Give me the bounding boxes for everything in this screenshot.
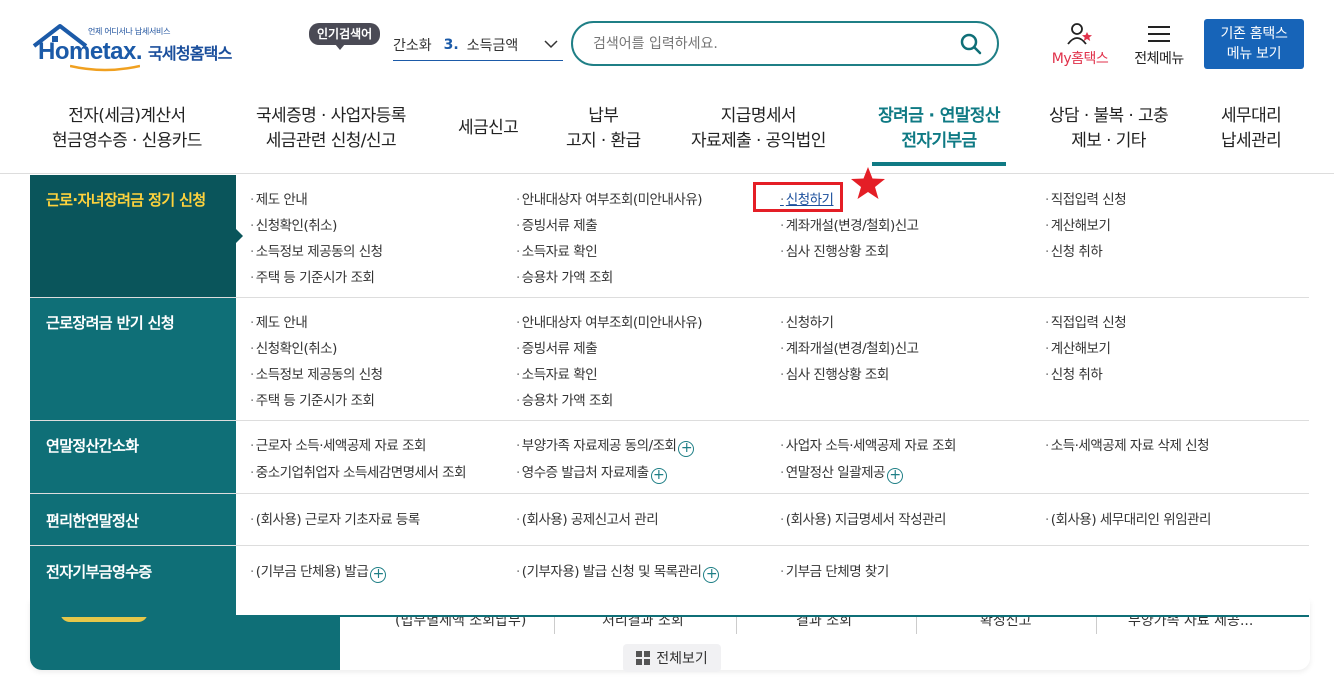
menu-link[interactable]: 계산해보기 bbox=[1045, 214, 1111, 234]
view-all-label: 전체보기 bbox=[656, 651, 708, 667]
header: 언제 어디서나 납세서비스 Hometax. 국세청홈택스 인기검색어 간소화 … bbox=[0, 0, 1334, 90]
red-star-icon bbox=[851, 167, 885, 199]
old-menu-line2: 메뉴 보기 bbox=[1226, 46, 1282, 62]
menu-section-half-year: 근로장려금 반기 신청 제도 안내 안내대상자 여부조회(미안내사유) 신청하기… bbox=[30, 298, 1309, 421]
logo-brand: Hometax. bbox=[38, 38, 143, 65]
section-title[interactable]: 전자기부금영수증 bbox=[30, 546, 236, 617]
menu-link[interactable]: 직접입력 신청 bbox=[1045, 311, 1127, 331]
menu-section-donation: 전자기부금영수증 (기부금 단체용) 발급+ (기부자용) 발급 신청 및 목록… bbox=[30, 546, 1309, 617]
plus-circle-icon[interactable]: + bbox=[703, 567, 720, 583]
menu-link[interactable]: 승용차 가액 조회 bbox=[516, 389, 614, 409]
search-input[interactable] bbox=[593, 33, 943, 55]
menu-link[interactable]: 신청하기 bbox=[780, 311, 834, 331]
chevron-down-icon bbox=[544, 40, 558, 49]
logo-brand-ko: 국세청홈택스 bbox=[148, 44, 232, 63]
menu-link-with-plus[interactable]: 부양가족 자료제공 동의/조회+ bbox=[516, 434, 695, 457]
menu-link[interactable]: 주택 등 기준시가 조회 bbox=[250, 389, 375, 409]
user-star-icon bbox=[1067, 23, 1092, 45]
menu-link[interactable]: 소득자료 확인 bbox=[516, 240, 598, 260]
menu-link[interactable]: 제도 안내 bbox=[250, 311, 308, 331]
menu-link[interactable]: (회사용) 공제신고서 관리 bbox=[516, 508, 659, 528]
menu-link[interactable]: 소득·세액공제 자료 삭제 신청 bbox=[1045, 434, 1210, 454]
menu-link[interactable]: (회사용) 근로자 기초자료 등록 bbox=[250, 508, 420, 528]
all-menu-label: 전체메뉴 bbox=[1134, 51, 1184, 67]
plus-circle-icon[interactable]: + bbox=[678, 441, 695, 457]
menu-link[interactable]: 계좌개설(변경/철회)신고 bbox=[780, 337, 919, 357]
popular-rank: 3. bbox=[443, 37, 459, 53]
search-icon[interactable] bbox=[959, 32, 983, 56]
plus-circle-icon[interactable]: + bbox=[370, 567, 387, 583]
menu-link-with-plus[interactable]: 연말정산 일괄제공+ bbox=[780, 461, 903, 484]
menu-link[interactable]: 제도 안내 bbox=[250, 188, 308, 208]
menu-link[interactable]: (회사용) 지급명세서 작성관리 bbox=[780, 508, 947, 528]
menu-link-with-plus[interactable]: 영수증 발급처 자료제출+ bbox=[516, 461, 667, 484]
menu-section-convenient: 편리한연말정산 (회사용) 근로자 기초자료 등록 (회사용) 공제신고서 관리… bbox=[30, 494, 1309, 546]
gnb-item-consulting[interactable]: 상담 · 불복 · 고충 제보 · 기타 bbox=[1049, 104, 1169, 164]
plus-circle-icon[interactable]: + bbox=[650, 468, 667, 484]
section-title[interactable]: 편리한연말정산 bbox=[30, 494, 236, 545]
popular-prev-keyword: 간소화 bbox=[393, 38, 432, 54]
plus-circle-icon[interactable]: + bbox=[886, 468, 903, 484]
menu-link[interactable]: 증빙서류 제출 bbox=[516, 337, 598, 357]
menu-link[interactable]: 신청 취하 bbox=[1045, 240, 1103, 260]
all-menu-button[interactable]: 전체메뉴 bbox=[1127, 22, 1191, 68]
menu-section-regular: 근로·자녀장려금 정기 신청 제도 안내 안내대상자 여부조회(미안내사유) 신… bbox=[30, 175, 1309, 298]
global-nav: 전자(세금)계산서 현금영수증 · 신용카드 국세증명 · 사업자등록 세금관련 신… bbox=[0, 90, 1334, 174]
old-menu-button[interactable]: 기존 홈택스 메뉴 보기 bbox=[1204, 19, 1304, 69]
menu-link[interactable]: 근로자 소득·세액공제 자료 조회 bbox=[250, 434, 427, 454]
menu-link[interactable]: 안내대상자 여부조회(미안내사유) bbox=[516, 311, 703, 331]
view-all-button[interactable]: 전체보기 bbox=[623, 644, 721, 672]
menu-link[interactable]: 신청확인(취소) bbox=[250, 337, 338, 357]
logo-swoosh-icon bbox=[70, 64, 140, 72]
menu-link[interactable]: 직접입력 신청 bbox=[1045, 188, 1127, 208]
menu-link[interactable]: 소득자료 확인 bbox=[516, 363, 598, 383]
menu-link[interactable]: 소득정보 제공동의 신청 bbox=[250, 240, 383, 260]
logo-tagline: 언제 어디서나 납세서비스 bbox=[88, 27, 171, 36]
search-box bbox=[571, 21, 999, 66]
gnb-item-incentive[interactable]: 장려금 · 연말정산 전자기부금 bbox=[872, 104, 1006, 166]
gnb-item-tax-agent[interactable]: 세무대리 납세관리 bbox=[1221, 104, 1282, 164]
menu-link[interactable]: 안내대상자 여부조회(미안내사유) bbox=[516, 188, 703, 208]
incentive-mega-menu: 근로·자녀장려금 정기 신청 제도 안내 안내대상자 여부조회(미안내사유) 신… bbox=[30, 175, 1309, 617]
menu-link[interactable]: 중소기업취업자 소득세감면명세서 조회 bbox=[250, 461, 467, 481]
section-title[interactable]: 근로·자녀장려금 정기 신청 bbox=[30, 175, 243, 297]
hometax-logo[interactable]: 언제 어디서나 납세서비스 Hometax. 국세청홈택스 bbox=[30, 18, 250, 74]
menu-link[interactable]: 주택 등 기준시가 조회 bbox=[250, 266, 375, 286]
popular-search-dropdown[interactable]: 간소화 3. 소득금액 bbox=[393, 30, 563, 61]
menu-link[interactable]: 증빙서류 제출 bbox=[516, 214, 598, 234]
grid-icon bbox=[636, 651, 651, 665]
menu-link[interactable]: 계좌개설(변경/철회)신고 bbox=[780, 214, 919, 234]
gnb-item-certificate[interactable]: 국세증명 · 사업자등록 세금관련 신청/신고 bbox=[256, 104, 406, 164]
menu-link[interactable]: 심사 진행상황 조회 bbox=[780, 363, 889, 383]
my-hometax-button[interactable]: My홈택스 bbox=[1044, 22, 1116, 68]
menu-link[interactable]: 기부금 단체명 찾기 bbox=[780, 560, 889, 580]
popular-keyword: 소득금액 bbox=[466, 38, 519, 54]
gnb-item-payment[interactable]: 납부 고지 · 환급 bbox=[566, 104, 641, 164]
gnb-item-etax[interactable]: 전자(세금)계산서 현금영수증 · 신용카드 bbox=[52, 104, 202, 164]
hamburger-menu-icon bbox=[1148, 26, 1170, 42]
menu-link[interactable]: 사업자 소득·세액공제 자료 조회 bbox=[780, 434, 957, 454]
section-title[interactable]: 연말정산간소화 bbox=[30, 421, 236, 493]
menu-link[interactable]: 승용차 가액 조회 bbox=[516, 266, 614, 286]
menu-link-with-plus[interactable]: (기부금 단체용) 발급+ bbox=[250, 560, 387, 583]
menu-section-simplified: 연말정산간소화 근로자 소득·세액공제 자료 조회 부양가족 자료제공 동의/조… bbox=[30, 421, 1309, 494]
my-hometax-label: My홈택스 bbox=[1051, 51, 1109, 67]
menu-link[interactable]: 신청확인(취소) bbox=[250, 214, 338, 234]
menu-link-with-plus[interactable]: (기부자용) 발급 신청 및 목록관리+ bbox=[516, 560, 720, 583]
menu-link[interactable]: 계산해보기 bbox=[1045, 337, 1111, 357]
menu-link[interactable]: (회사용) 세무대리인 위임관리 bbox=[1045, 508, 1212, 528]
popular-search-badge: 인기검색어 bbox=[309, 23, 381, 50]
old-menu-line1: 기존 홈택스 bbox=[1220, 26, 1288, 42]
gnb-item-tax-report[interactable]: 세금신고 bbox=[458, 116, 519, 176]
gnb-item-statement[interactable]: 지급명세서 자료제출 · 공익법인 bbox=[691, 104, 826, 164]
menu-link[interactable]: 신청 취하 bbox=[1045, 363, 1103, 383]
section-title[interactable]: 근로장려금 반기 신청 bbox=[30, 298, 236, 420]
menu-link[interactable]: 소득정보 제공동의 신청 bbox=[250, 363, 383, 383]
highlight-box bbox=[753, 182, 843, 212]
menu-link[interactable]: 심사 진행상황 조회 bbox=[780, 240, 889, 260]
